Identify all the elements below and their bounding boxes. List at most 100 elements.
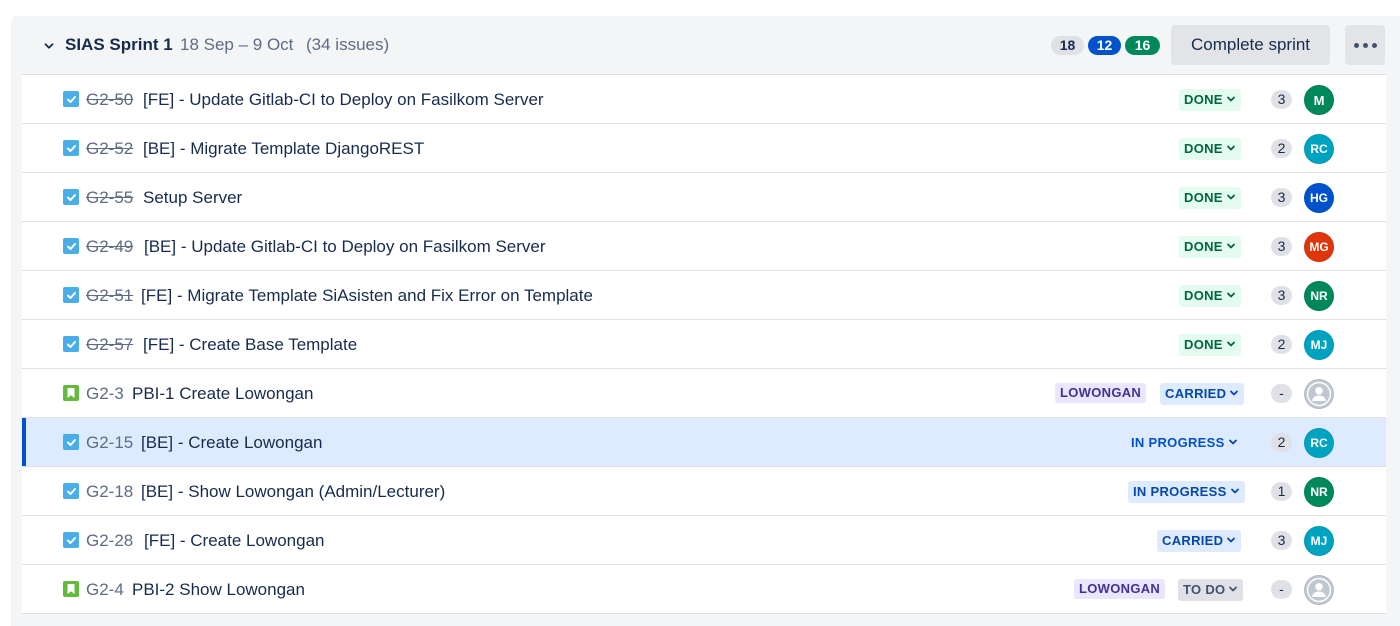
task-icon (63, 483, 79, 499)
issue-row[interactable]: G2-50 [FE] - Update Gitlab-CI to Deploy o… (22, 75, 1386, 124)
status-dropdown[interactable]: CARRIED (1157, 530, 1242, 552)
task-icon (63, 287, 79, 303)
issue-summary: [FE] - Create Base Template (143, 335, 358, 354)
issue-row[interactable]: G2-49 [BE] - Update Gitlab-CI to Deploy o… (22, 222, 1386, 271)
story-icon (63, 385, 79, 401)
issue-row[interactable]: G2-28 [FE] - Create Lowongan CARRIED 3 MJ (22, 516, 1386, 565)
story-points-badge: 3 (1271, 90, 1292, 109)
status-label: IN PROGRESS (1131, 435, 1225, 450)
status-label: CARRIED (1165, 386, 1227, 401)
status-label: DONE (1184, 141, 1223, 156)
issue-summary: [BE] - Create Lowongan (141, 433, 323, 452)
more-icon-dot (1362, 42, 1368, 48)
done-count-badge: 16 (1125, 36, 1160, 55)
issue-key-link[interactable]: G2-51 (86, 286, 133, 306)
task-icon (63, 434, 79, 450)
issue-key-link[interactable]: G2-3 (86, 384, 124, 404)
more-actions-button[interactable] (1345, 25, 1385, 65)
more-icon (1353, 42, 1359, 48)
more-icon-dot (1371, 42, 1377, 48)
status-dropdown[interactable]: DONE (1179, 285, 1241, 307)
status-dropdown[interactable]: IN PROGRESS (1128, 481, 1245, 503)
todo-count-badge: 18 (1051, 36, 1084, 55)
assignee-avatar[interactable]: RC (1304, 134, 1334, 164)
status-dropdown[interactable]: DONE (1179, 236, 1241, 258)
story-points-badge: - (1271, 580, 1292, 599)
issue-key-link[interactable]: G2-18 (86, 482, 133, 502)
issue-summary: [FE] - Create Lowongan (144, 531, 325, 550)
status-label: DONE (1184, 92, 1223, 107)
issue-row[interactable]: G2-57 [FE] - Create Base Template DONE 2 MJ (22, 320, 1386, 369)
issue-key-link[interactable]: G2-49 (86, 237, 133, 257)
chevron-down-icon[interactable] (40, 37, 58, 55)
issue-summary: [FE] - Update Gitlab-CI to Deploy on Fas… (143, 90, 544, 109)
story-icon (63, 581, 79, 597)
issue-row[interactable]: G2-52 [BE] - Migrate Template DjangoREST D… (22, 124, 1386, 173)
task-icon (63, 238, 79, 254)
assignee-avatar[interactable]: RC (1304, 428, 1334, 458)
story-points-badge: 3 (1271, 286, 1292, 305)
assignee-avatar[interactable]: MJ (1304, 526, 1334, 556)
issue-list: G2-50 [FE] - Update Gitlab-CI to Deploy o… (22, 74, 1386, 614)
status-label: DONE (1184, 337, 1223, 352)
issue-summary: PBI-1 Create Lowongan (132, 384, 314, 403)
story-points-badge: 3 (1271, 531, 1292, 550)
sprint-name: SIAS Sprint 1 (65, 35, 173, 54)
epic-lozenge[interactable]: LOWONGAN (1055, 383, 1147, 403)
assignee-avatar[interactable]: MG (1304, 232, 1334, 262)
issue-key-link[interactable]: G2-52 (86, 139, 133, 159)
status-dropdown[interactable]: TO DO (1178, 579, 1244, 601)
status-dropdown[interactable]: CARRIED (1160, 383, 1245, 405)
issue-key-link[interactable]: G2-28 (86, 531, 133, 551)
story-points-badge: 2 (1271, 139, 1292, 158)
chevron-down-icon (1226, 89, 1236, 111)
issue-summary: [BE] - Update Gitlab-CI to Deploy on Fas… (144, 237, 546, 256)
complete-sprint-button[interactable]: Complete sprint (1171, 25, 1330, 65)
chevron-down-icon (1226, 334, 1236, 356)
chevron-down-icon (1229, 383, 1239, 405)
status-label: DONE (1184, 239, 1223, 254)
chevron-down-icon (1228, 432, 1238, 454)
task-icon (63, 91, 79, 107)
issue-row[interactable]: G2-4 PBI-2 Show Lowongan LOWONGAN TO DO - (22, 565, 1386, 614)
issue-summary: Setup Server (143, 188, 243, 207)
issue-row[interactable]: G2-15 [BE] - Create Lowongan IN PROGRESS 2 R… (22, 418, 1386, 467)
issue-key-link[interactable]: G2-57 (86, 335, 133, 355)
unassigned-avatar-icon[interactable] (1304, 575, 1334, 605)
chevron-down-icon (1228, 579, 1238, 601)
status-label: DONE (1184, 190, 1223, 205)
issue-row[interactable]: G2-3 PBI-1 Create Lowongan LOWONGAN CARRIED… (22, 369, 1386, 418)
sprint-issue-count: (34 issues) (306, 35, 390, 54)
epic-lozenge[interactable]: LOWONGAN (1074, 579, 1166, 599)
status-dropdown[interactable]: DONE (1179, 187, 1241, 209)
status-label: CARRIED (1162, 533, 1224, 548)
status-dropdown[interactable]: DONE (1179, 334, 1241, 356)
chevron-down-icon (1226, 138, 1236, 160)
issue-key-link[interactable]: G2-15 (86, 433, 133, 453)
story-points-badge: 2 (1271, 433, 1292, 452)
assignee-avatar[interactable]: NR (1304, 477, 1334, 507)
issue-summary: [FE] - Migrate Template SiAsisten and Fi… (141, 286, 593, 305)
story-points-badge: 2 (1271, 335, 1292, 354)
chevron-down-icon (1226, 530, 1236, 552)
chevron-down-icon (1226, 285, 1236, 307)
status-label: DONE (1184, 288, 1223, 303)
issue-summary: [BE] - Show Lowongan (Admin/Lecturer) (141, 482, 446, 501)
task-icon (63, 532, 79, 548)
issue-row[interactable]: G2-18 [BE] - Show Lowongan (Admin/Lecture… (22, 467, 1386, 516)
assignee-avatar[interactable]: NR (1304, 281, 1334, 311)
assignee-avatar[interactable]: M (1304, 85, 1334, 115)
status-dropdown[interactable]: DONE (1179, 138, 1241, 160)
issue-key-link[interactable]: G2-55 (86, 188, 133, 208)
issue-key-link[interactable]: G2-4 (86, 580, 124, 600)
assignee-avatar[interactable]: HG (1304, 183, 1334, 213)
issue-row[interactable]: G2-51 [FE] - Migrate Template SiAsisten a… (22, 271, 1386, 320)
issue-row[interactable]: G2-55 Setup Server DONE 3 HG (22, 173, 1386, 222)
status-dropdown[interactable]: DONE (1179, 89, 1241, 111)
status-dropdown[interactable]: IN PROGRESS (1126, 432, 1243, 454)
assignee-avatar[interactable]: MJ (1304, 330, 1334, 360)
unassigned-avatar-icon[interactable] (1304, 379, 1334, 409)
issue-key-link[interactable]: G2-50 (86, 90, 133, 110)
status-label: TO DO (1183, 582, 1226, 597)
task-icon (63, 336, 79, 352)
